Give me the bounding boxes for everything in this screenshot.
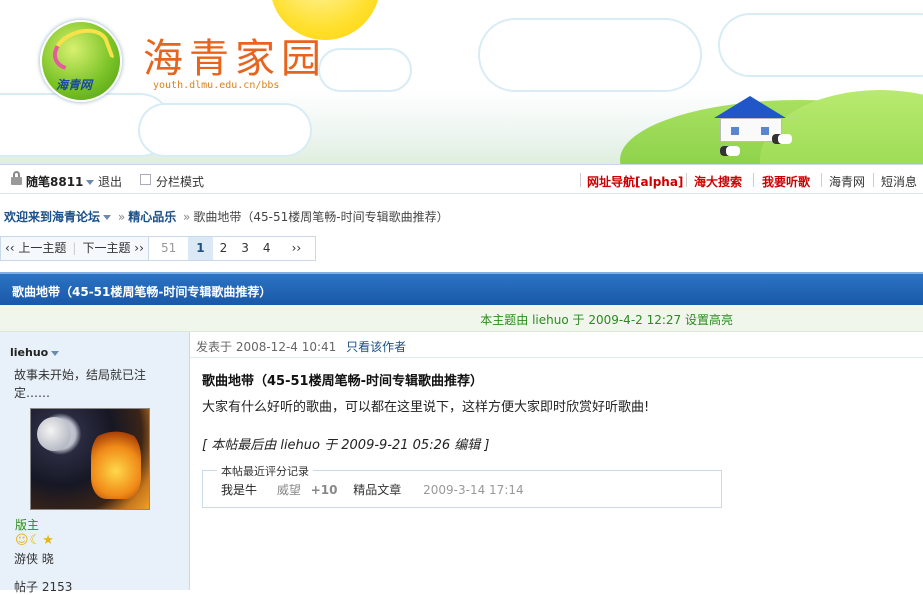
- chevron-down-icon: [51, 350, 60, 356]
- breadcrumb-separator: »: [183, 210, 191, 224]
- divider: [686, 173, 687, 187]
- nav-link-search[interactable]: 海大搜索: [694, 173, 742, 190]
- medal-icons: ☺☾★: [15, 533, 55, 548]
- divider: [873, 173, 874, 187]
- site-url: youth.dlmu.edu.cn/bbs: [153, 80, 280, 91]
- cow-illustration: [772, 134, 792, 144]
- divider: [753, 173, 754, 187]
- cloud-illustration: [320, 50, 410, 90]
- cloud-illustration: [480, 20, 700, 90]
- page-current: 1: [188, 237, 213, 260]
- next-page-link[interactable]: ››: [278, 237, 316, 260]
- page-link[interactable]: 2: [213, 237, 235, 260]
- nav-link-haiqing[interactable]: 海青网: [829, 173, 865, 190]
- cloud-illustration: [720, 15, 923, 75]
- nav-link-messages[interactable]: 短消息: [881, 173, 917, 190]
- username: 随笔8811: [26, 175, 84, 189]
- chevron-down-icon: [86, 180, 95, 185]
- moderation-bar: 本主题由 liehuo 于 2009-4-2 12:27 设置高亮: [0, 305, 923, 332]
- nav-link-music[interactable]: 我要听歌: [762, 173, 810, 190]
- page-total[interactable]: 51: [149, 237, 188, 260]
- breadcrumb-home[interactable]: 欢迎来到海青论坛: [4, 210, 100, 224]
- split-mode-link[interactable]: 分栏模式: [156, 173, 204, 190]
- character-illustration: [91, 429, 141, 499]
- cloud-illustration: [140, 105, 310, 155]
- user-bar: 随笔8811 退出 分栏模式 网址导航[alpha] 海大搜索 我要听歌 海青网…: [0, 164, 923, 194]
- pagination: 51 1 2 3 4 ››: [148, 236, 317, 261]
- author-rank: 版主: [15, 518, 40, 532]
- breadcrumb-forum[interactable]: 精心品乐: [128, 210, 176, 224]
- divider: [821, 173, 822, 187]
- house-roof: [714, 96, 786, 118]
- lock-icon: [11, 171, 22, 185]
- post-body: 大家有什么好听的歌曲，可以都在这里说下，这样方便大家即时欣赏好听歌曲!: [202, 400, 650, 415]
- page-link[interactable]: 4: [256, 237, 278, 260]
- chevron-down-icon[interactable]: [103, 215, 112, 220]
- rating-record-box: 本帖最近评分记录 我是牛 威望 +10 精品文章 2009-3-14 17:14: [202, 463, 722, 508]
- edit-note: [ 本帖最后由 liehuo 于 2009-9-21 05:26 编辑 ]: [202, 438, 490, 453]
- breadcrumb-separator: »: [117, 210, 126, 224]
- cow-illustration: [720, 146, 740, 156]
- rating-row: 我是牛 威望 +10 精品文章 2009-3-14 17:14: [221, 481, 524, 498]
- topic-title-bar: 歌曲地带（45-51楼周笔畅-时间专辑歌曲推荐）: [0, 272, 923, 305]
- logout-link[interactable]: 退出: [98, 173, 122, 190]
- author-name-menu[interactable]: liehuo: [10, 346, 60, 359]
- rating-legend: 本帖最近评分记录: [217, 463, 313, 479]
- author-panel: liehuo 故事未开始，结局就已注定…… 版主 ☺☾★ 游侠 晓 帖子 215…: [0, 332, 190, 594]
- divider: |: [72, 241, 77, 255]
- divider: [580, 173, 581, 187]
- rating-value: +10: [310, 483, 338, 497]
- rating-reason: 精品文章: [353, 483, 402, 497]
- only-author-link[interactable]: 只看该作者: [346, 340, 406, 354]
- highlight-note: 本主题由 liehuo 于 2009-4-2 12:27 设置高亮: [480, 313, 733, 327]
- rating-time: 2009-3-14 17:14: [423, 483, 524, 497]
- author-post-count: 帖子 2153: [14, 580, 73, 594]
- post-title: 歌曲地带（45-51楼周笔畅-时间专辑歌曲推荐）: [202, 374, 483, 389]
- site-title: 海青家园: [143, 36, 327, 82]
- topic-nav: ‹‹ 上一主题 | 下一主题 ››: [0, 236, 149, 261]
- post-date: 发表于 2008-12-4 10:41: [196, 340, 337, 354]
- username-menu[interactable]: 随笔8811: [26, 173, 95, 190]
- moon-illustration: [37, 417, 71, 451]
- topic-title: 歌曲地带（45-51楼周笔畅-时间专辑歌曲推荐）: [12, 285, 272, 299]
- logo-text: 海青网: [56, 78, 93, 92]
- author-level: 游侠 晓: [14, 552, 54, 566]
- page-link[interactable]: 3: [234, 237, 256, 260]
- author-signature: 故事未开始，结局就已注定……: [14, 368, 147, 400]
- post-meta: 发表于 2008-12-4 10:41 只看该作者: [190, 332, 923, 358]
- author-name: liehuo: [10, 346, 49, 359]
- prev-topic-link[interactable]: ‹‹ 上一主题: [1, 237, 70, 260]
- breadcrumb-current: 歌曲地带（45-51楼周笔畅-时间专辑歌曲推荐）: [193, 210, 449, 224]
- avatar[interactable]: [30, 408, 150, 510]
- next-topic-link[interactable]: 下一主题 ››: [78, 237, 147, 260]
- breadcrumb: 欢迎来到海青论坛 » 精心品乐 » 歌曲地带（45-51楼周笔畅-时间专辑歌曲推荐）: [4, 208, 449, 225]
- nav-link-url-guide[interactable]: 网址导航[alpha]: [587, 173, 683, 190]
- split-mode-checkbox[interactable]: [140, 174, 151, 185]
- header-banner: 海青网 海青家园 youth.dlmu.edu.cn/bbs: [0, 0, 923, 164]
- rating-field: 威望: [276, 483, 301, 497]
- rating-user[interactable]: 我是牛: [221, 483, 257, 497]
